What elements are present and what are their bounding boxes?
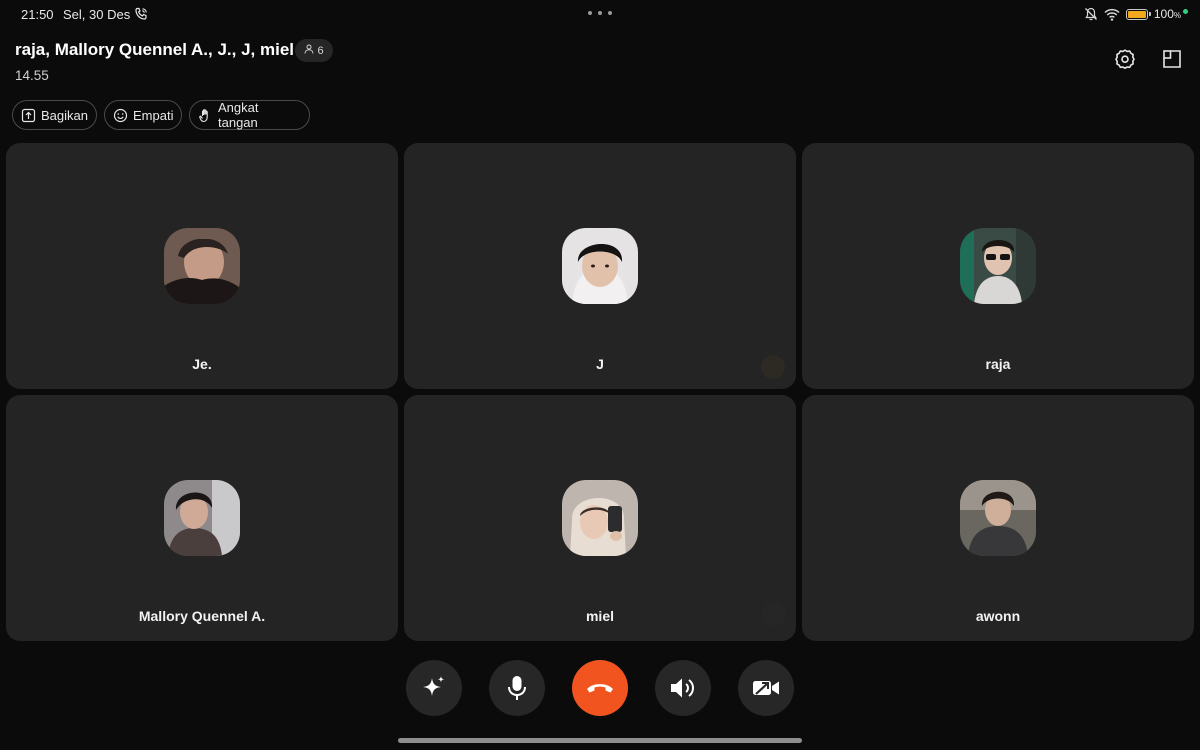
speaker-button[interactable] xyxy=(655,660,711,716)
participant-tile[interactable]: Je. xyxy=(6,143,398,389)
more-dots-icon[interactable] xyxy=(588,11,612,17)
home-indicator[interactable] xyxy=(398,738,802,743)
avatar xyxy=(960,480,1036,556)
status-time: 21:50 xyxy=(21,7,54,22)
status-bar: 21:50 Sel, 30 Des 100% xyxy=(0,0,1200,30)
battery-percentage: 100% xyxy=(1153,7,1181,21)
participant-name: Mallory Quennel A. xyxy=(138,608,266,624)
participant-name: Je. xyxy=(192,356,212,372)
video-button[interactable] xyxy=(738,660,794,716)
battery-icon xyxy=(1125,8,1151,20)
smile-icon xyxy=(113,108,128,123)
speaking-indicator xyxy=(761,355,785,379)
participant-name: J xyxy=(596,356,604,372)
participant-tile[interactable]: awonn xyxy=(802,395,1194,641)
person-icon xyxy=(304,44,314,57)
sparkle-icon xyxy=(420,674,448,702)
participants-count-badge[interactable]: 6 xyxy=(295,39,333,62)
status-indicators: 100% xyxy=(1084,6,1188,22)
wifi-icon xyxy=(1104,8,1120,21)
raise-hand-button[interactable]: Angkat tangan xyxy=(189,100,310,130)
picture-in-picture-icon xyxy=(1161,48,1183,75)
share-icon xyxy=(21,108,36,123)
call-title: raja, Mallory Quennel A., J., J, miel xyxy=(15,40,295,59)
share-label: Bagikan xyxy=(41,107,88,123)
participants-count: 6 xyxy=(317,44,324,57)
participant-tile[interactable]: raja xyxy=(802,143,1194,389)
empathy-button[interactable]: Empati xyxy=(104,100,182,130)
avatar xyxy=(562,228,638,304)
video-off-icon xyxy=(751,676,781,700)
end-call-button[interactable] xyxy=(572,660,628,716)
avatar xyxy=(164,228,240,304)
avatar xyxy=(164,480,240,556)
raise-hand-icon xyxy=(198,108,213,123)
bell-muted-icon xyxy=(1084,7,1098,21)
speaker-icon xyxy=(668,675,698,701)
mic-icon xyxy=(504,674,530,702)
hang-up-icon xyxy=(585,681,615,695)
participant-name: awonn xyxy=(975,608,1021,624)
participant-tile[interactable]: J xyxy=(404,143,796,389)
minimize-window-button[interactable] xyxy=(1159,48,1185,74)
green-dot-indicator xyxy=(1183,8,1188,14)
avatar xyxy=(562,480,638,556)
empathy-label: Empati xyxy=(133,107,174,123)
participant-name: miel xyxy=(585,608,614,624)
call-duration: 14.55 xyxy=(15,68,49,83)
avatar xyxy=(960,228,1036,304)
raise-hand-label: Angkat tangan xyxy=(218,100,259,130)
participant-name: raja xyxy=(985,356,1011,372)
ai-effects-button[interactable] xyxy=(406,660,462,716)
call-in-progress-icon xyxy=(134,7,148,21)
gear-icon xyxy=(1114,48,1136,75)
settings-button[interactable] xyxy=(1112,48,1138,74)
participant-tile[interactable]: miel xyxy=(404,395,796,641)
participant-tile[interactable]: Mallory Quennel A. xyxy=(6,395,398,641)
status-date: Sel, 30 Des xyxy=(63,7,131,22)
share-button[interactable]: Bagikan xyxy=(12,100,97,130)
speaking-indicator xyxy=(762,602,786,626)
microphone-button[interactable] xyxy=(489,660,545,716)
